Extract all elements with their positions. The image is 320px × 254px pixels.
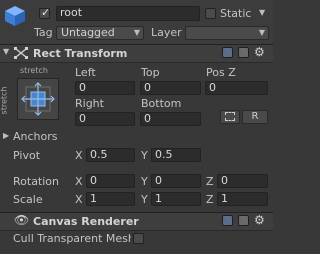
eye-icon: 👁 [14,213,30,227]
rect-transform-icon [14,47,28,59]
cull-transparent-mesh-checkbox[interactable] [133,233,144,244]
rotation-z-field[interactable]: 0 [217,174,268,188]
foldout-arrow-icon[interactable]: ▼ [3,47,9,56]
rotation-x-axis-label: X [75,175,83,188]
static-checkbox[interactable] [205,8,216,19]
scale-z-field[interactable]: 1 [217,192,268,206]
scale-y-field[interactable]: 1 [151,192,201,206]
help-icon[interactable] [222,47,233,58]
right-field[interactable]: 0 [75,112,135,126]
scale-z-axis-label: Z [206,193,214,206]
top-label: Top [141,66,160,79]
pivot-y-axis-label: Y [141,149,148,162]
static-label: Static [220,7,252,20]
pivot-label: Pivot [13,149,41,162]
anchor-stretch-icon [21,82,55,116]
chevron-down-icon: ▼ [258,28,265,37]
anchors-label[interactable]: Anchors [13,130,58,143]
scale-y-axis-label: Y [141,193,148,206]
rotation-z-axis-label: Z [206,175,214,188]
bottom-field[interactable]: 0 [140,112,201,126]
tag-value: Untagged [61,26,115,39]
rotation-x-field[interactable]: 0 [86,174,135,188]
anchor-preset-side-label: stretch [0,86,9,115]
left-field[interactable]: 0 [75,81,135,95]
posz-field[interactable]: 0 [205,81,268,95]
gameobject-cube-icon [5,6,25,26]
tag-label: Tag [34,26,53,39]
rotation-label: Rotation [13,175,60,188]
bottom-label: Bottom [141,97,182,110]
pivot-x-axis-label: X [75,149,83,162]
static-dropdown-icon[interactable]: ▼ [259,8,265,17]
chevron-down-icon: ▼ [133,28,140,37]
canvas-renderer-title: Canvas Renderer [33,215,139,228]
layer-label: Layer [151,26,182,39]
rotation-y-axis-label: Y [141,175,148,188]
settings-gear-icon[interactable]: ⚙ [254,45,265,59]
rotation-y-field[interactable]: 0 [151,174,201,188]
right-label: Right [75,97,104,110]
scale-x-field[interactable]: 1 [86,192,135,206]
settings-gear-icon[interactable]: ⚙ [254,213,265,227]
preset-icon[interactable] [238,215,249,226]
cull-label-clip: Cull Transparent Mesh [13,232,131,246]
tag-dropdown[interactable]: Untagged ▼ [56,26,144,40]
layer-dropdown[interactable]: ▼ [185,26,269,40]
anchor-preset-top-label: stretch [20,66,48,75]
gameobject-name-field[interactable]: root [56,6,200,21]
anchor-preset-button[interactable] [17,78,59,120]
posz-label: Pos Z [206,66,236,79]
blueprint-mode-button[interactable] [220,110,240,124]
raw-edit-button[interactable]: R [242,110,268,124]
left-label: Left [75,66,96,79]
dotted-rect-icon [225,111,235,121]
anchors-foldout-icon[interactable]: ▶ [3,131,9,140]
preset-icon[interactable] [238,47,249,58]
active-checkbox[interactable] [39,6,50,19]
help-icon[interactable] [222,215,233,226]
top-field[interactable]: 0 [140,81,201,95]
scale-label: Scale [13,193,43,206]
cull-transparent-mesh-label: Cull Transparent Mesh [13,232,131,245]
pivot-y-field[interactable]: 0.5 [151,148,201,162]
scale-x-axis-label: X [75,193,83,206]
rect-transform-title: Rect Transform [33,47,128,60]
pivot-x-field[interactable]: 0.5 [86,148,135,162]
